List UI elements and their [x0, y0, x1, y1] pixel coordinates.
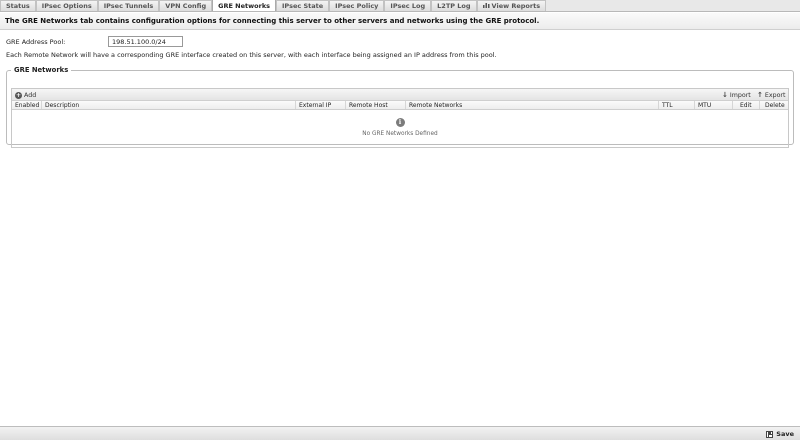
column-header-mtu[interactable]: MTU	[695, 101, 733, 109]
gre-address-pool-label: GRE Address Pool:	[6, 37, 66, 46]
tab-ipsec-options[interactable]: IPsec Options	[35, 0, 98, 11]
tab-vpn-config[interactable]: VPN Config	[159, 0, 213, 11]
tab-l2tp-log[interactable]: L2TP Log	[431, 0, 477, 11]
column-header-edit: Edit	[733, 101, 760, 109]
gre-networks-legend: GRE Networks	[14, 66, 69, 74]
import-button[interactable]: ↓ Import	[722, 89, 751, 101]
footer-bar: Save	[0, 426, 800, 440]
tab-label: IPsec Options	[41, 2, 92, 10]
disk-icon	[766, 430, 774, 438]
arrow-up-icon: ↑	[757, 91, 763, 99]
grid-toolbar: + Add ↓ Import ↑ Export	[12, 89, 788, 101]
import-label: Import	[729, 91, 751, 99]
add-button[interactable]: + Add	[15, 89, 36, 101]
tab-label: Status	[6, 2, 30, 10]
tab-label: View Reports	[491, 2, 541, 10]
column-header-remote-networks[interactable]: Remote Networks	[406, 101, 659, 109]
info-icon: i	[395, 118, 405, 127]
tab-label: L2TP Log	[437, 2, 471, 10]
tab-label: IPsec Tunnels	[103, 2, 154, 10]
save-button[interactable]: Save	[766, 429, 794, 439]
grid-header-row: Enabled Description External IP Remote H…	[12, 101, 788, 110]
bar-chart-icon	[482, 2, 490, 10]
export-label: Export	[764, 91, 786, 99]
tab-label: VPN Config	[165, 2, 207, 10]
column-header-description[interactable]: Description	[42, 101, 296, 109]
tab-ipsec-tunnels[interactable]: IPsec Tunnels	[97, 0, 160, 11]
column-header-enabled[interactable]: Enabled	[12, 101, 42, 109]
tab-ipsec-log[interactable]: IPsec Log	[384, 0, 432, 11]
tab-ipsec-policy[interactable]: IPsec Policy	[329, 0, 385, 11]
page-description: The GRE Networks tab contains configurat…	[0, 13, 800, 30]
tab-label: GRE Networks	[218, 1, 271, 10]
column-header-delete: Delete	[765, 102, 785, 109]
tab-view-reports[interactable]: View Reports	[476, 0, 547, 11]
empty-state-text: No GRE Networks Defined	[362, 131, 438, 137]
gre-address-pool-row: GRE Address Pool:	[6, 36, 183, 47]
plus-circle-icon: +	[15, 91, 22, 99]
gre-networks-grid: + Add ↓ Import ↑ Export Enabled Descript…	[11, 88, 789, 148]
tab-ipsec-state[interactable]: IPsec State	[276, 0, 330, 11]
tab-label: IPsec Log	[390, 2, 426, 10]
column-header-remote-host[interactable]: Remote Host	[346, 101, 406, 109]
tab-bar: Status IPsec Options IPsec Tunnels VPN C…	[0, 0, 800, 12]
tab-status[interactable]: Status	[0, 0, 36, 11]
empty-state: i No GRE Networks Defined	[12, 111, 788, 148]
gre-address-pool-description: Each Remote Network will have a correspo…	[6, 51, 497, 59]
tab-gre-networks[interactable]: GRE Networks	[212, 0, 277, 11]
column-header-ttl[interactable]: TTL	[659, 101, 695, 109]
add-label: Add	[24, 91, 37, 99]
tab-label: IPsec State	[282, 2, 324, 10]
tab-label: IPsec Policy	[335, 2, 379, 10]
column-header-external-ip[interactable]: External IP	[296, 101, 346, 109]
arrow-down-icon: ↓	[722, 91, 728, 99]
save-label: Save	[776, 430, 794, 438]
export-button[interactable]: ↑ Export	[757, 89, 786, 101]
gre-networks-fieldset: GRE Networks + Add ↓ Import ↑ Export Ena…	[6, 66, 794, 148]
gre-address-pool-input[interactable]	[108, 36, 183, 47]
